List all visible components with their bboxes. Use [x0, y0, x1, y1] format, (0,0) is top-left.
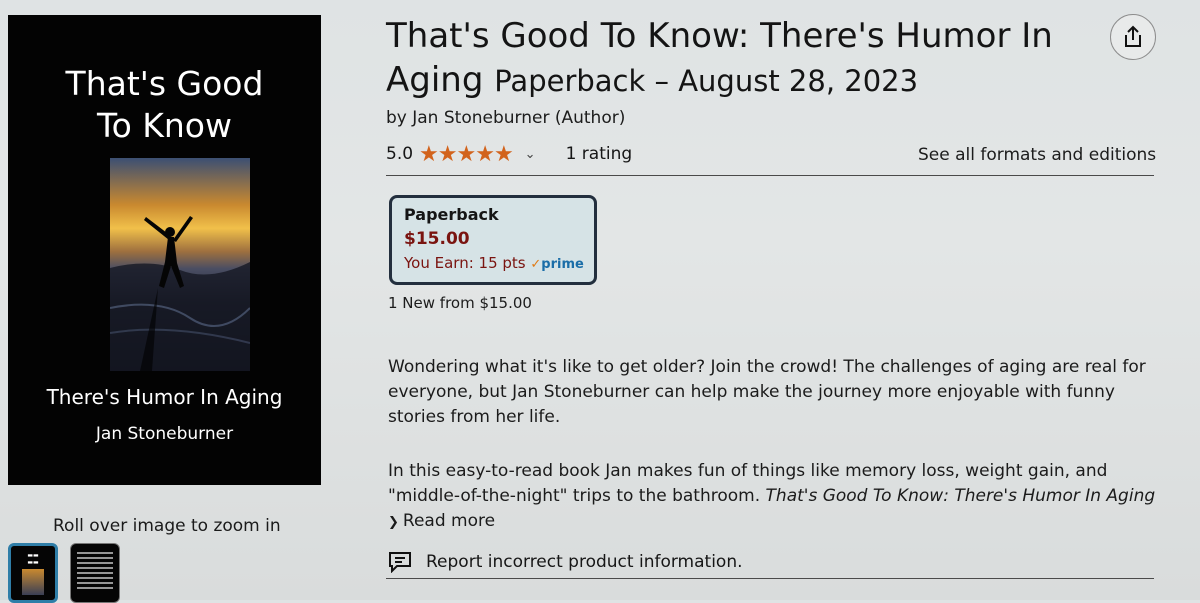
- format-option-paperback[interactable]: Paperback $15.00 You Earn: 15 pts ✓prime: [389, 195, 597, 285]
- divider: [386, 175, 1154, 176]
- star-icon[interactable]: ★★★★★: [419, 142, 514, 167]
- share-button[interactable]: [1110, 14, 1156, 60]
- cover-title-line1: That's Good: [65, 64, 264, 103]
- description-paragraph-2: In this easy-to-read book Jan makes fun …: [388, 459, 1158, 509]
- new-from-link[interactable]: 1 New from $15.00: [388, 294, 532, 312]
- silhouette-figure: [110, 216, 250, 371]
- points-earned: You Earn: 15 pts ✓prime: [404, 254, 584, 272]
- read-more-link[interactable]: ❯ Read more: [388, 511, 495, 531]
- chevron-down-icon[interactable]: ⌄: [525, 147, 536, 162]
- rating-row[interactable]: 5.0 ★★★★★ ⌄ 1 rating: [386, 141, 632, 167]
- thumbnail-front-cover[interactable]: ▬▬ ▬▬: [8, 543, 58, 603]
- thumbnail-photo: [22, 569, 44, 595]
- thumbnail-back-cover[interactable]: [70, 543, 120, 603]
- report-incorrect-info-link[interactable]: Report incorrect product information.: [388, 551, 743, 573]
- divider: [386, 578, 1154, 579]
- read-more-label: Read more: [402, 511, 496, 531]
- book-cover-image[interactable]: That's Good To Know There's Humor In Agi…: [8, 15, 321, 485]
- prime-label: prime: [541, 257, 584, 272]
- prime-badge: ✓prime: [530, 257, 584, 272]
- format-name: Paperback: [404, 205, 499, 224]
- thumbnail-cover-art: ▬▬ ▬▬: [27, 552, 39, 566]
- cover-title: That's Good To Know: [8, 63, 321, 147]
- share-icon: [1125, 25, 1141, 47]
- cover-title-line2: To Know: [97, 106, 232, 145]
- cover-author: Jan Stoneburner: [95, 424, 234, 444]
- cover-subtitle: There's Humor In Aging: [46, 385, 283, 409]
- chevron-down-icon: ❯: [388, 515, 399, 530]
- see-all-formats-link[interactable]: See all formats and editions: [918, 145, 1156, 165]
- cover-photo: [110, 158, 250, 371]
- report-label: Report incorrect product information.: [426, 552, 743, 572]
- points-earned-text: You Earn: 15 pts: [404, 254, 526, 272]
- zoom-hint: Roll over image to zoom in: [53, 516, 281, 536]
- report-icon: [389, 552, 411, 573]
- binding-and-date: Paperback – August 28, 2023: [494, 64, 919, 98]
- thumbnail-text-lines: [77, 552, 113, 592]
- format-price: $15.00: [404, 229, 470, 249]
- author-byline[interactable]: by Jan Stoneburner (Author): [386, 108, 625, 128]
- rating-count-link[interactable]: 1 rating: [566, 144, 633, 164]
- description-book-title: That's Good To Know: There's Humor In Ag…: [765, 486, 1156, 506]
- product-title: That's Good To Know: There's Humor In Ag…: [386, 14, 1086, 103]
- description-paragraph-1: Wondering what it's like to get older? J…: [388, 357, 1146, 427]
- rating-value: 5.0: [386, 144, 414, 164]
